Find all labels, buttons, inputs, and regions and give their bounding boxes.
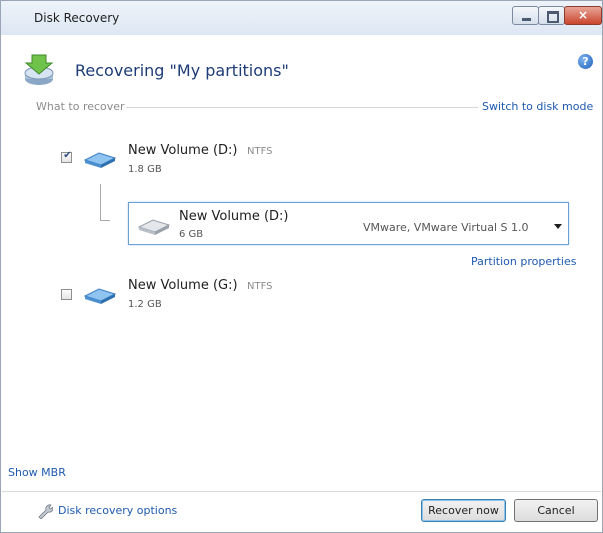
chevron-down-icon[interactable]: [554, 224, 562, 229]
cancel-button[interactable]: Cancel: [514, 499, 598, 522]
checkmark-icon: ✔: [63, 150, 72, 161]
volume-g-filesystem: NTFS: [247, 281, 273, 292]
minimize-button[interactable]: [512, 6, 539, 25]
volume-g-name: New Volume (G:): [128, 278, 238, 293]
target-volume-size: 6 GB: [179, 229, 204, 240]
tree-connector: [100, 220, 110, 221]
close-icon: ×: [577, 8, 589, 22]
switch-to-disk-mode-link[interactable]: Switch to disk mode: [482, 100, 593, 113]
drive-icon: [83, 288, 117, 304]
disk-recovery-icon: [24, 54, 54, 85]
drive-icon: [83, 152, 117, 168]
section-label-what-to-recover: What to recover: [36, 100, 125, 113]
recover-now-button[interactable]: Recover now: [421, 499, 506, 522]
volume-g-size: 1.2 GB: [128, 299, 162, 310]
close-button[interactable]: ×: [564, 6, 602, 25]
help-icon[interactable]: ?: [578, 54, 593, 69]
show-mbr-link[interactable]: Show MBR: [8, 466, 66, 479]
volume-d-size: 1.8 GB: [128, 164, 162, 175]
target-device-name: VMware, VMware Virtual S 1.0: [363, 221, 529, 234]
wrench-icon: [38, 504, 53, 519]
volume-d-filesystem: NTFS: [247, 146, 273, 157]
window-title: Disk Recovery: [34, 11, 120, 25]
partition-properties-link[interactable]: Partition properties: [471, 255, 576, 268]
title-bar[interactable]: Disk Recovery ×: [1, 1, 602, 35]
maximize-button[interactable]: [538, 6, 565, 25]
target-drive-icon: [137, 219, 171, 235]
volume-d-checkbox[interactable]: ✔: [61, 150, 72, 163]
tree-connector: [100, 184, 101, 221]
target-volume-name: New Volume (D:): [179, 209, 289, 224]
volume-d-name: New Volume (D:): [128, 143, 238, 158]
page-title: Recovering "My partitions": [75, 61, 289, 80]
volume-g-checkbox[interactable]: [61, 289, 72, 300]
section-divider: [126, 107, 478, 108]
disk-recovery-options-link[interactable]: Disk recovery options: [58, 504, 177, 517]
disk-recovery-window: Disk Recovery × Recovering "My partition…: [0, 0, 603, 533]
